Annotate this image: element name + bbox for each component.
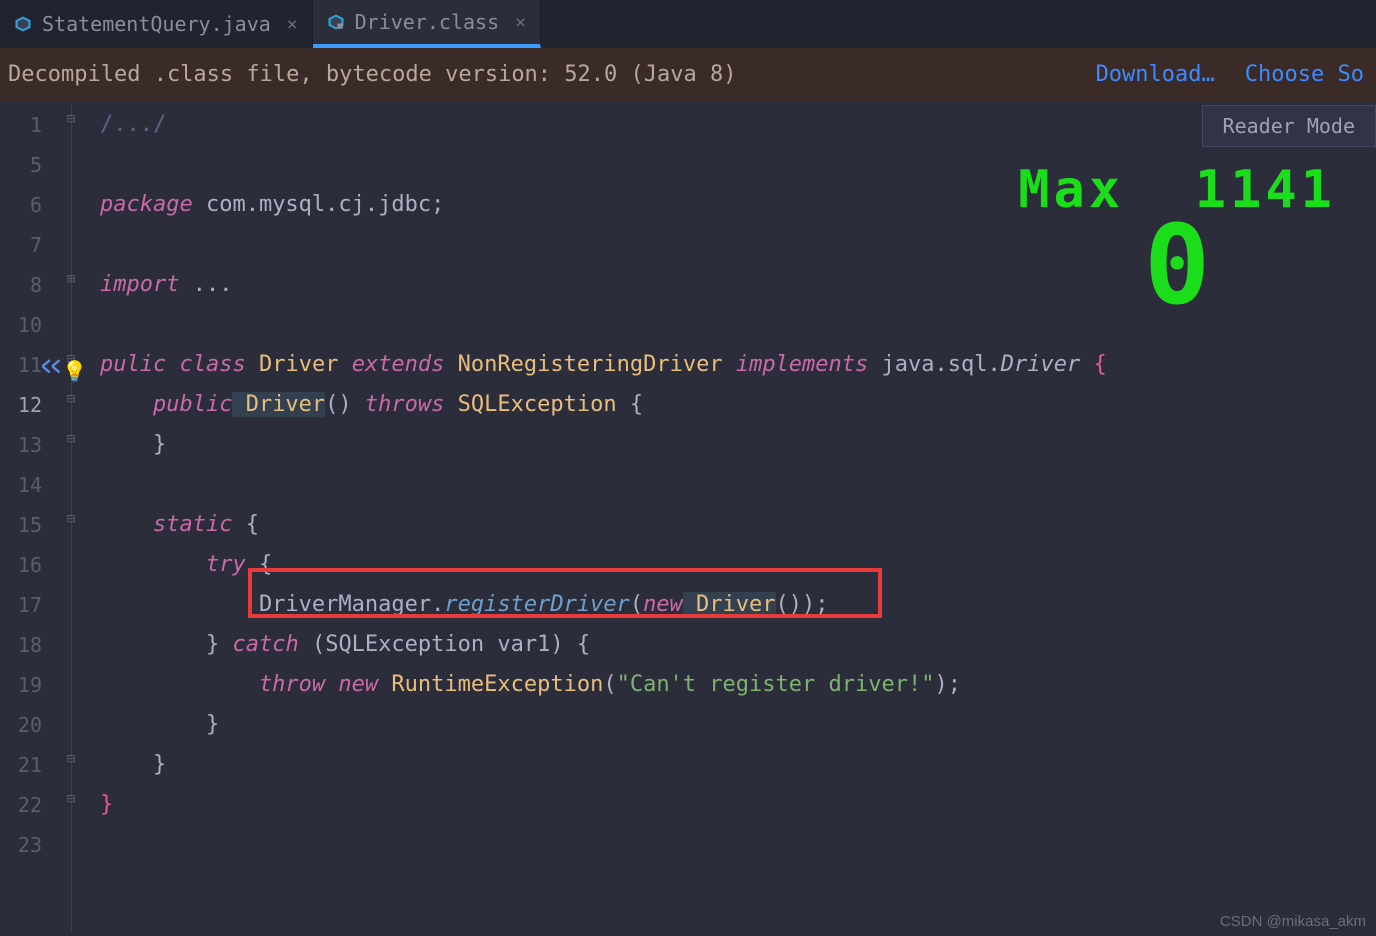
line-number: 5 <box>0 145 42 185</box>
tab-label: StatementQuery.java <box>42 12 271 36</box>
fold-marker-icon[interactable]: ⊟ <box>65 393 77 405</box>
fold-marker-icon[interactable]: ⊟ <box>65 793 77 805</box>
line-number: 20 <box>0 705 42 745</box>
line-number: 23 <box>0 825 42 865</box>
watermark: CSDN @mikasa_akm <box>1220 913 1366 930</box>
line-number: 13 <box>0 425 42 465</box>
line-number: 6 <box>0 185 42 225</box>
fold-marker-icon[interactable]: ⊟ <box>65 513 77 525</box>
implements-gutter-icon[interactable] <box>40 349 62 363</box>
line-number: 1 <box>0 105 42 145</box>
fold-gutter: ⊟ ⊞ ⊟ ⊟ ⊟ ⊟ ⊟ ⊟ 💡 <box>42 101 100 933</box>
fold-marker-icon[interactable]: ⊟ <box>65 113 77 125</box>
download-link[interactable]: Download… <box>1096 62 1215 87</box>
editor-area[interactable]: 156781011121314151617181920212223 ⊟ ⊞ ⊟ … <box>0 101 1376 933</box>
tab-statementquery[interactable]: StatementQuery.java × <box>0 0 313 48</box>
editor-tabs: StatementQuery.java × Driver.class × <box>0 0 1376 48</box>
fold-marker-icon[interactable]: ⊟ <box>65 753 77 765</box>
line-number: 22 <box>0 785 42 825</box>
line-number: 19 <box>0 665 42 705</box>
line-number: 12 <box>0 385 42 425</box>
tab-label: Driver.class <box>355 10 500 34</box>
line-number: 10 <box>0 305 42 345</box>
line-number: 11 <box>0 345 42 385</box>
line-number: 15 <box>0 505 42 545</box>
line-number: 8 <box>0 265 42 305</box>
line-number: 7 <box>0 225 42 265</box>
line-number: 18 <box>0 625 42 665</box>
class-file-icon <box>327 13 345 31</box>
line-number: 16 <box>0 545 42 585</box>
close-icon[interactable]: × <box>287 14 298 35</box>
java-file-icon <box>14 15 32 33</box>
choose-sources-link[interactable]: Choose So <box>1245 62 1364 87</box>
decompile-banner: Decompiled .class file, bytecode version… <box>0 48 1376 101</box>
close-icon[interactable]: × <box>515 12 526 33</box>
fold-marker-icon[interactable]: ⊞ <box>65 273 77 285</box>
code-content[interactable]: /.../ package com.mysql.cj.jdbc; import … <box>100 101 1376 933</box>
line-number: 21 <box>0 745 42 785</box>
line-number: 14 <box>0 465 42 505</box>
banner-text: Decompiled .class file, bytecode version… <box>8 62 736 87</box>
lightbulb-icon[interactable]: 💡 <box>62 351 87 391</box>
line-number: 17 <box>0 585 42 625</box>
fold-marker-icon[interactable]: ⊟ <box>65 433 77 445</box>
tab-driver[interactable]: Driver.class × <box>313 0 541 48</box>
line-gutter: 156781011121314151617181920212223 <box>0 101 42 933</box>
